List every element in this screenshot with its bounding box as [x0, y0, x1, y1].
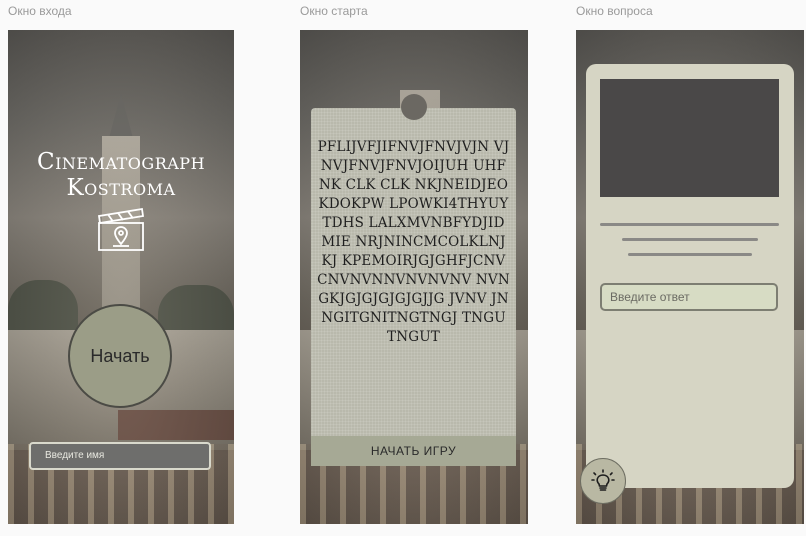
question-text-line [622, 238, 758, 241]
clapperboard-location-icon [97, 207, 145, 251]
frame-label-question: Окно вопроса [576, 4, 653, 18]
hint-button[interactable] [580, 458, 626, 504]
start-screen: PFLIJVFJIFNVJFNVJVJN VJNVJFNVJFNVJOIJUH … [300, 30, 528, 524]
ticket-notch [401, 94, 427, 120]
answer-input[interactable]: Введите ответ [600, 283, 778, 311]
app-title: Cinematograph Kostroma [8, 149, 234, 201]
question-text-line [628, 253, 752, 256]
rules-ticket: PFLIJVFJIFNVJFNVJVJN VJNVJFNVJFNVJOIJUH … [311, 94, 516, 466]
question-text-line [600, 223, 779, 226]
question-screen: Введите ответ [576, 30, 804, 524]
start-button[interactable]: Начать [68, 304, 172, 408]
frame-label-start: Окно старта [300, 4, 368, 18]
background-roof [118, 410, 234, 440]
tower-spire [109, 94, 133, 138]
question-image [600, 79, 779, 197]
login-screen: Cinematograph Kostroma Начать Введите им… [8, 30, 234, 524]
question-card: Введите ответ [586, 64, 794, 488]
start-game-button[interactable]: НАЧАТЬ ИГРУ [311, 436, 516, 466]
frame-label-login: Окно входа [8, 4, 72, 18]
lightbulb-icon [591, 469, 615, 491]
rules-text: PFLIJVFJIFNVJFNVJVJN VJNVJFNVJFNVJOIJUH … [317, 139, 510, 345]
app-title-line2: Kostroma [66, 175, 176, 201]
name-input[interactable]: Введите имя [29, 442, 211, 470]
app-title-line1: Cinematograph [36, 149, 206, 175]
